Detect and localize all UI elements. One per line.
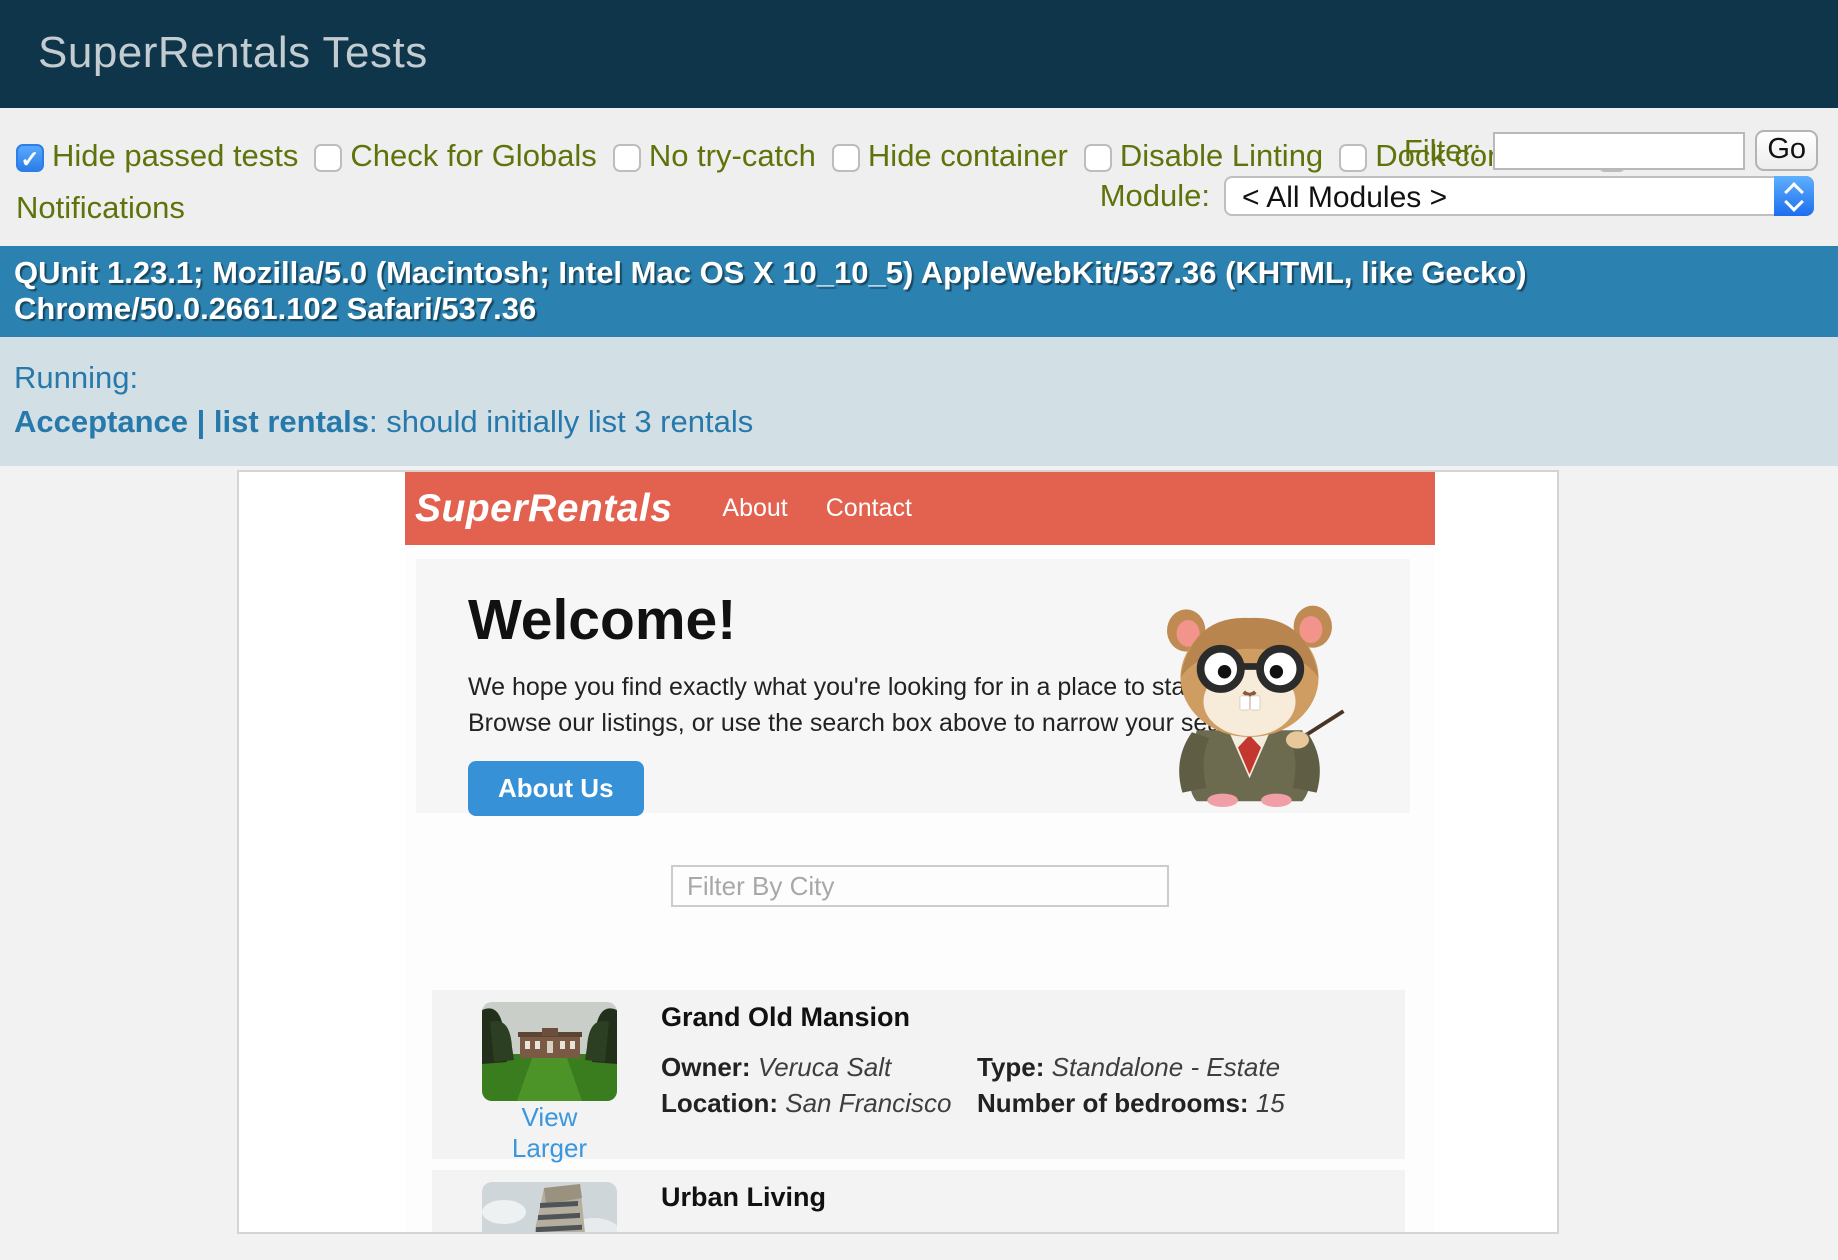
label-disable-linting[interactable]: Disable Linting	[1120, 138, 1323, 173]
rental-title: Grand Old Mansion	[661, 1002, 1385, 1033]
qunit-toolbar: Hide passed tests Check for Globals No try…	[0, 108, 1838, 246]
rental-content: Urban Living Owner: Mike Teavee Type: Co…	[661, 1182, 1385, 1234]
module-select-value: < All Modules >	[1226, 178, 1812, 215]
about-us-button[interactable]: About Us	[468, 761, 644, 816]
rental-owner: Owner: Mike Teavee	[661, 1229, 977, 1234]
go-button[interactable]: Go	[1755, 130, 1818, 171]
app-brand-logo[interactable]: SuperRentals	[415, 487, 672, 531]
filter-by-city-input[interactable]	[671, 865, 1169, 907]
qunit-header: SuperRentals Tests	[0, 0, 1838, 108]
rental-details: Owner: Mike Teavee Type: Community - Con…	[661, 1229, 1385, 1234]
checkbox-no-try-catch[interactable]	[613, 144, 641, 172]
ember-testing-container: SuperRentals About Contact Welcome! We h…	[237, 470, 1559, 1234]
rental-content: Grand Old Mansion Owner: Veruca Salt Typ…	[661, 1002, 1385, 1121]
checkbox-disable-linting[interactable]	[1084, 144, 1112, 172]
nav-link-contact[interactable]: Contact	[826, 494, 912, 523]
rental-listing-grand-old-mansion: View Larger Grand Old Mansion Owner: Ver…	[432, 990, 1405, 1159]
rental-bedrooms: Number of bedrooms: 15	[977, 1085, 1385, 1121]
jumbotron: Welcome! We hope you find exactly what y…	[416, 559, 1410, 813]
checkbox-hide-passed-tests[interactable]	[16, 144, 44, 172]
toolbar-item-no-trycatch: No try-catch	[613, 138, 816, 173]
rental-listing-urban-living: Urban Living Owner: Mike Teavee Type: Co…	[432, 1170, 1405, 1234]
checkbox-check-for-globals[interactable]	[314, 144, 342, 172]
filter-group: Filter: Go	[1404, 130, 1818, 171]
running-label: Running:	[14, 360, 138, 395]
toolbar-item-disable-linting: Disable Linting	[1084, 138, 1323, 173]
checkbox-hide-container[interactable]	[832, 144, 860, 172]
filter-label: Filter:	[1404, 133, 1482, 169]
label-hide-passed-tests[interactable]: Hide passed tests	[52, 138, 298, 173]
running-test-name: : should initially list 3 rentals	[369, 404, 753, 439]
module-label: Module:	[1100, 178, 1210, 214]
rental-type: Type: Standalone - Estate	[977, 1049, 1385, 1085]
page-title: SuperRentals Tests	[38, 28, 1838, 78]
app-nav: SuperRentals About Contact	[405, 472, 1435, 545]
user-agent-banner: QUnit 1.23.1; Mozilla/5.0 (Macintosh; In…	[0, 246, 1838, 337]
nav-link-about[interactable]: About	[722, 494, 787, 523]
rental-details: Owner: Veruca Salt Type: Standalone - Es…	[661, 1049, 1385, 1121]
filter-input[interactable]	[1493, 132, 1745, 170]
rental-type: Type: Community - Condo	[977, 1229, 1385, 1234]
rental-owner: Owner: Veruca Salt	[661, 1049, 977, 1085]
toolbar-item-check-globals: Check for Globals	[314, 138, 596, 173]
super-rentals-app: SuperRentals About Contact Welcome! We h…	[405, 472, 1435, 1232]
module-select[interactable]: < All Modules >	[1224, 176, 1814, 216]
label-check-for-globals[interactable]: Check for Globals	[350, 138, 596, 173]
module-group: Module: < All Modules >	[1100, 176, 1814, 216]
tomster-mascot-image	[1153, 596, 1346, 807]
select-stepper-icon[interactable]	[1774, 176, 1814, 216]
view-larger-link[interactable]: View Larger	[482, 1102, 617, 1164]
label-no-try-catch[interactable]: No try-catch	[649, 138, 816, 173]
rental-location: Location: San Francisco	[661, 1085, 977, 1121]
checkbox-dock-container[interactable]	[1339, 144, 1367, 172]
test-result-bar: Running: Acceptance | list rentals: shou…	[0, 337, 1838, 466]
toolbar-item-hide-passed: Hide passed tests	[16, 138, 298, 173]
rental-photo-mansion[interactable]	[482, 1002, 617, 1101]
running-test-module: Acceptance | list rentals	[14, 404, 369, 439]
label-hide-container[interactable]: Hide container	[868, 138, 1068, 173]
rental-title: Urban Living	[661, 1182, 1385, 1213]
toolbar-item-hide-container: Hide container	[832, 138, 1068, 173]
main-area: SuperRentals About Contact Welcome! We h…	[0, 470, 1838, 1260]
rental-photo-building[interactable]	[482, 1182, 617, 1234]
